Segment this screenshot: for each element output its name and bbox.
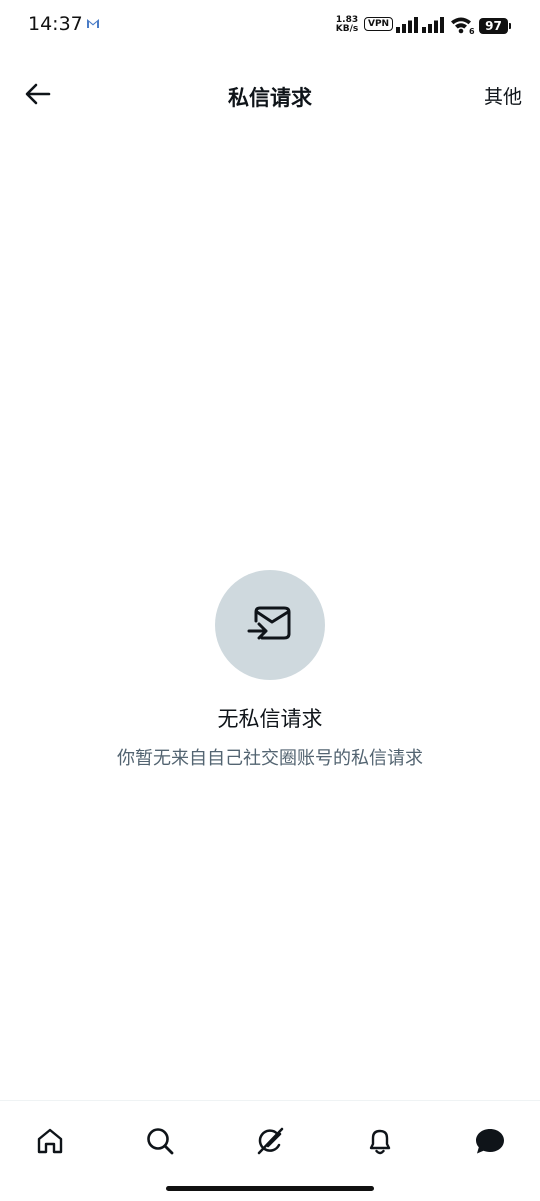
nav-home[interactable]	[30, 1121, 70, 1161]
search-icon	[147, 1128, 174, 1155]
wifi-icon: 6	[451, 17, 475, 34]
battery-icon: 97	[479, 18, 508, 34]
nav-notifications[interactable]	[360, 1121, 400, 1161]
message-request-illustration	[215, 570, 325, 680]
grok-icon	[257, 1127, 284, 1155]
nav-messages[interactable]	[470, 1121, 510, 1161]
battery-level: 97	[485, 19, 502, 33]
envelope-incoming-icon	[247, 606, 291, 640]
page-title: 私信请求	[228, 86, 312, 110]
network-speed-unit: KB/s	[335, 24, 359, 34]
messages-icon	[476, 1129, 504, 1154]
network-speed: 1.83 KB/s	[334, 16, 360, 34]
svg-text:6: 6	[469, 27, 475, 34]
notifications-icon	[369, 1129, 391, 1155]
vpn-badge: VPN	[364, 17, 394, 31]
empty-state-title: 无私信请求	[217, 707, 323, 731]
gmail-icon	[87, 19, 99, 28]
more-button[interactable]: 其他	[484, 82, 522, 109]
nav-search[interactable]	[140, 1121, 180, 1161]
home-icon	[37, 1128, 63, 1154]
status-time: 14:37	[28, 13, 83, 35]
status-bar: 14:37 1.83 KB/s VPN 6 97	[0, 0, 540, 52]
nav-grok[interactable]	[250, 1121, 290, 1161]
empty-state-subtitle: 你暂无来自自己社交圈账号的私信请求	[117, 748, 423, 769]
signal-icon-2	[422, 17, 444, 33]
header: 私信请求 其他	[0, 60, 540, 132]
signal-icon	[396, 17, 418, 33]
battery-cap	[509, 23, 511, 29]
home-indicator	[166, 1186, 374, 1191]
